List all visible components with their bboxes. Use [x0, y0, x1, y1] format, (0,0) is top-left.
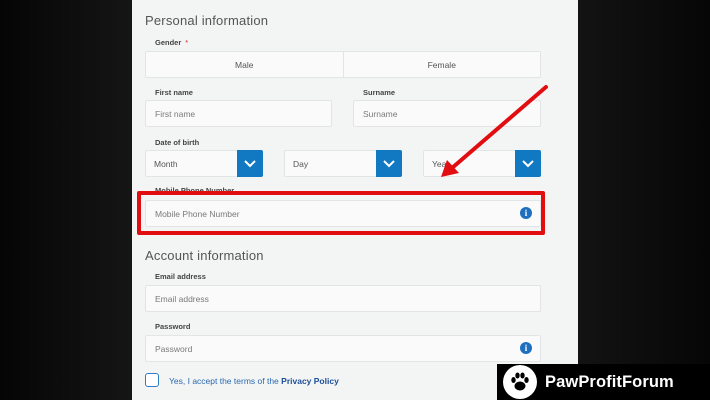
password-input[interactable] — [146, 336, 540, 361]
email-label: Email address — [155, 272, 206, 281]
mobile-phone-input[interactable] — [146, 201, 540, 226]
first-name-input[interactable] — [146, 101, 331, 126]
year-dropdown-button[interactable] — [515, 150, 541, 177]
required-mark: * — [185, 38, 189, 47]
watermark-brand: PawProfitForum — [545, 372, 674, 391]
left-background — [0, 0, 132, 400]
mobile-phone-label: Mobile Phone Number — [155, 186, 235, 195]
mobile-info-icon[interactable]: i — [520, 207, 532, 219]
mobile-phone-field-wrapper — [145, 200, 541, 227]
password-label: Password — [155, 322, 191, 331]
first-name-label: First name — [155, 88, 193, 97]
year-select[interactable]: Year — [423, 150, 541, 177]
day-dropdown-button[interactable] — [376, 150, 402, 177]
gender-option-female[interactable]: Female — [342, 52, 541, 77]
privacy-checkbox[interactable] — [145, 373, 159, 387]
watermark-banner: PawProfitForum — [497, 364, 710, 400]
chevron-down-icon — [244, 159, 256, 167]
password-field-wrapper — [145, 335, 541, 362]
month-select[interactable]: Month — [145, 150, 263, 177]
surname-input[interactable] — [354, 101, 540, 126]
chevron-down-icon — [522, 159, 534, 167]
gender-label: Gender * — [155, 38, 189, 47]
surname-field-wrapper — [353, 100, 541, 127]
personal-info-title: Personal information — [145, 13, 269, 28]
first-name-field-wrapper — [145, 100, 332, 127]
gender-option-male[interactable]: Male — [146, 52, 343, 77]
year-select-value: Year — [432, 158, 450, 169]
day-select[interactable]: Day — [284, 150, 402, 177]
email-field-wrapper — [145, 285, 541, 312]
day-select-value: Day — [293, 158, 309, 169]
date-of-birth-label: Date of birth — [155, 138, 200, 147]
privacy-consent-text: Yes, I accept the terms of the Privacy P… — [169, 376, 339, 386]
chevron-down-icon — [383, 159, 395, 167]
privacy-policy-link[interactable]: Privacy Policy — [281, 376, 339, 386]
surname-label: Surname — [363, 88, 396, 97]
right-background — [578, 0, 710, 400]
month-select-value: Month — [154, 158, 178, 169]
password-info-icon[interactable]: i — [520, 342, 532, 354]
paw-icon — [503, 365, 537, 399]
month-dropdown-button[interactable] — [237, 150, 263, 177]
gender-selector: Male Female — [145, 51, 541, 78]
email-input[interactable] — [146, 286, 540, 311]
account-info-title: Account information — [145, 248, 264, 263]
